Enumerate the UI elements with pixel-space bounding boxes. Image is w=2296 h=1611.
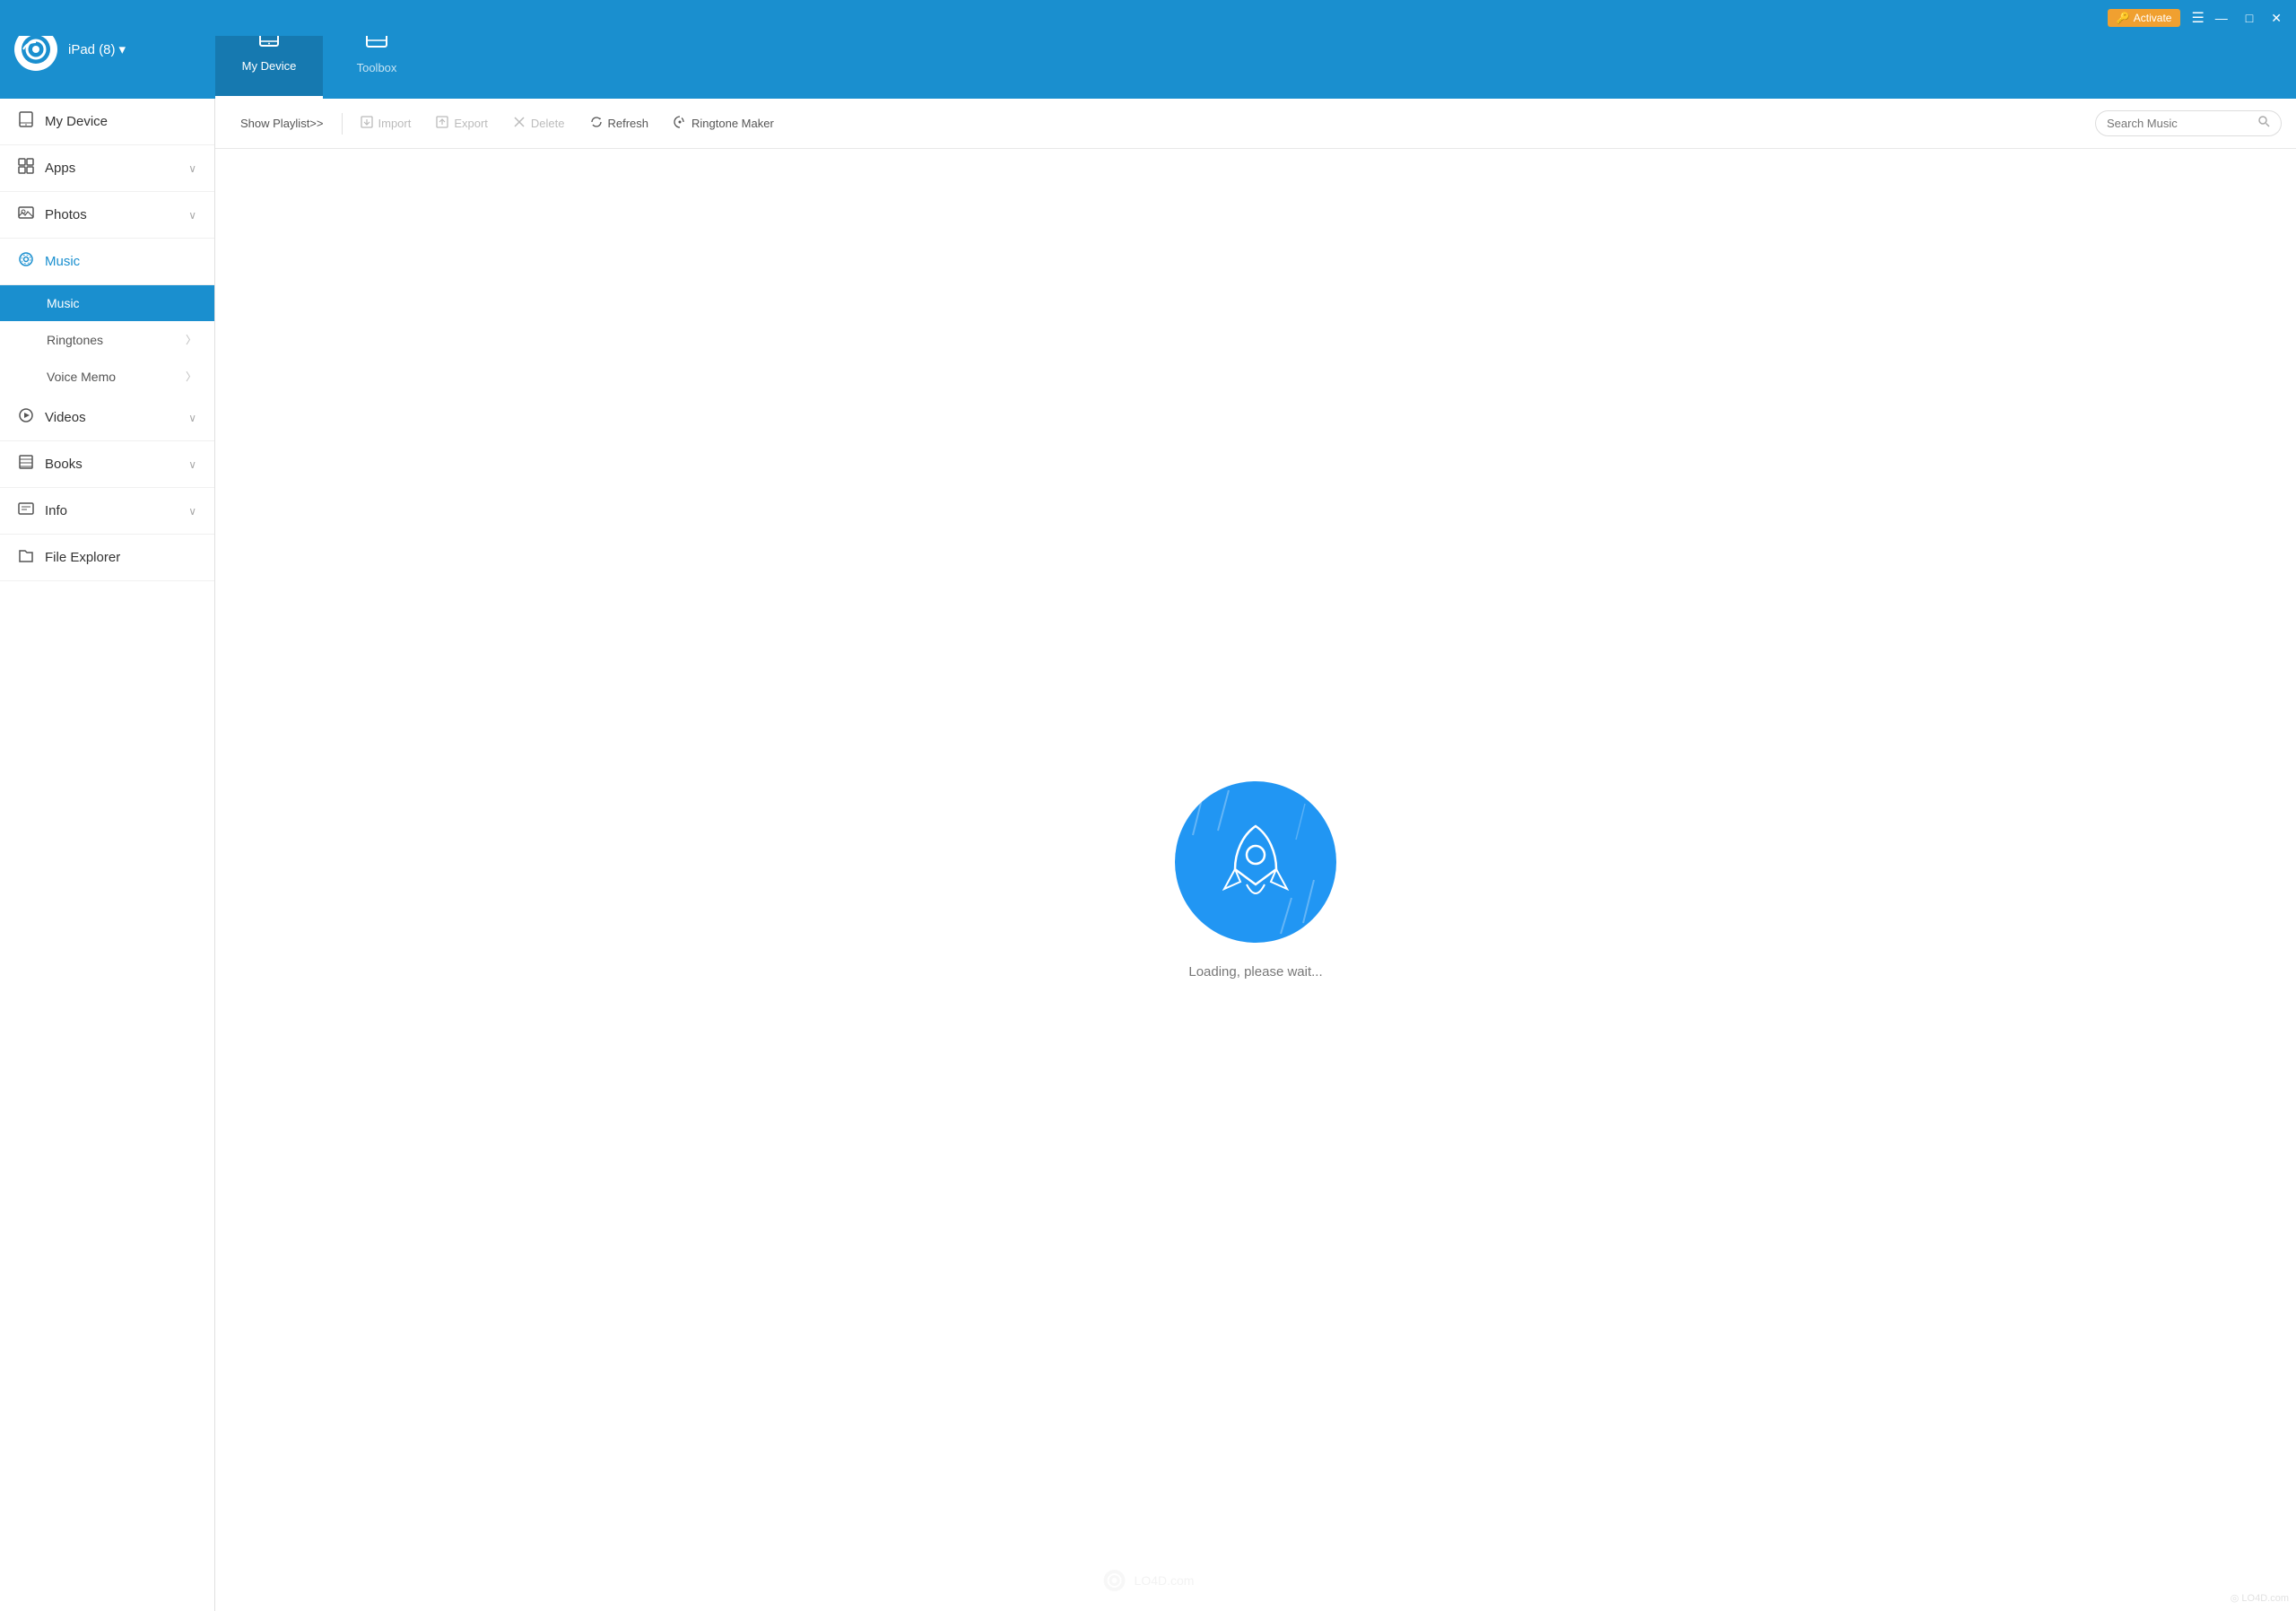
- minimize-button[interactable]: —: [2208, 7, 2235, 29]
- export-label: Export: [454, 117, 488, 130]
- books-chevron-icon: ∨: [188, 458, 196, 471]
- sidebar-item-apps[interactable]: Apps ∨: [0, 145, 214, 192]
- loading-text: Loading, please wait...: [1188, 964, 1322, 980]
- info-icon: [18, 501, 34, 521]
- sidebar-item-my-device[interactable]: My Device: [0, 99, 214, 145]
- delete-label: Delete: [531, 117, 565, 130]
- key-icon: 🔑: [2117, 12, 2130, 24]
- apps-chevron-icon: ∨: [188, 162, 196, 175]
- videos-chevron-icon: ∨: [188, 412, 196, 424]
- sidebar-item-videos-label: Videos: [45, 410, 86, 425]
- titlebar: 🔑 Activate ☰ — □ ✕: [0, 0, 2296, 36]
- sidebar-sub-item-voice-memo[interactable]: Voice Memo 〉: [0, 358, 214, 395]
- main-layout: My Device Apps ∨ Ph: [0, 99, 2296, 1611]
- apps-icon: [18, 158, 34, 179]
- info-chevron-icon: ∨: [188, 505, 196, 518]
- rocket-circle: [1175, 781, 1336, 943]
- device-name-text: iPad (8): [68, 42, 116, 57]
- ringtone-maker-label: Ringtone Maker: [691, 117, 774, 130]
- sidebar-sub-voice-memo-label: Voice Memo: [47, 370, 116, 384]
- sidebar-item-books-label: Books: [45, 457, 83, 472]
- photos-icon: [18, 205, 34, 225]
- sidebar-item-file-explorer-label: File Explorer: [45, 550, 120, 565]
- refresh-icon: [590, 116, 603, 131]
- refresh-label: Refresh: [608, 117, 649, 130]
- menu-icon[interactable]: ☰: [2191, 9, 2204, 27]
- tab-my-device-label: My Device: [242, 59, 297, 73]
- sidebar-sub-item-music[interactable]: Music: [0, 285, 214, 321]
- maximize-button[interactable]: □: [2239, 7, 2260, 29]
- search-input[interactable]: [2107, 117, 2250, 130]
- sidebar-item-music-label: Music: [45, 254, 80, 269]
- import-button[interactable]: Import: [350, 110, 422, 136]
- music-icon: [18, 251, 34, 272]
- sidebar-item-photos-label: Photos: [45, 207, 87, 222]
- sidebar-sub-ringtones-label: Ringtones: [47, 333, 103, 347]
- sidebar-item-books[interactable]: Books ∨: [0, 441, 214, 488]
- search-icon: [2257, 115, 2270, 132]
- sidebar-item-photos[interactable]: Photos ∨: [0, 192, 214, 239]
- search-box: [2095, 110, 2282, 136]
- sidebar-item-info-label: Info: [45, 503, 67, 518]
- ringtone-maker-button[interactable]: Ringtone Maker: [663, 110, 785, 136]
- toolbar: Show Playlist>> Import: [215, 99, 2296, 149]
- sidebar-item-apps-label: Apps: [45, 161, 75, 176]
- photos-chevron-icon: ∨: [188, 209, 196, 222]
- sidebar-sub-item-ringtones[interactable]: Ringtones 〉: [0, 321, 214, 358]
- ringtone-maker-icon: [674, 116, 686, 131]
- close-button[interactable]: ✕: [2264, 7, 2289, 30]
- show-playlist-label: Show Playlist>>: [240, 117, 324, 130]
- show-playlist-button[interactable]: Show Playlist>>: [230, 111, 335, 135]
- sidebar-item-file-explorer[interactable]: File Explorer: [0, 535, 214, 581]
- file-explorer-icon: [18, 547, 34, 568]
- activate-button[interactable]: 🔑 Activate: [2108, 9, 2181, 27]
- videos-icon: [18, 407, 34, 428]
- tab-toolbox-label: Toolbox: [357, 61, 397, 74]
- device-dropdown-icon[interactable]: ▾: [119, 41, 126, 57]
- delete-button[interactable]: Delete: [502, 110, 576, 136]
- device-name-area: iPad (8) ▾: [68, 41, 126, 57]
- sidebar-item-info[interactable]: Info ∨: [0, 488, 214, 535]
- books-icon: [18, 454, 34, 475]
- import-label: Import: [378, 117, 412, 130]
- separator-1: [342, 113, 343, 135]
- import-icon: [361, 116, 373, 131]
- sidebar: My Device Apps ∨ Ph: [0, 99, 215, 1611]
- export-button[interactable]: Export: [425, 110, 499, 136]
- refresh-button[interactable]: Refresh: [579, 110, 660, 136]
- titlebar-controls: 🔑 Activate ☰ — □ ✕: [2108, 7, 2289, 30]
- delete-icon: [513, 116, 526, 131]
- sidebar-item-videos[interactable]: Videos ∨: [0, 395, 214, 441]
- content-area: Show Playlist>> Import: [215, 99, 2296, 1611]
- voice-memo-chevron-icon: 〉: [186, 369, 196, 384]
- loading-area: Loading, please wait...: [215, 149, 2296, 1611]
- sidebar-item-my-device-label: My Device: [45, 114, 108, 129]
- my-device-icon: [18, 111, 34, 132]
- ringtones-chevron-icon: 〉: [186, 332, 196, 347]
- sidebar-sub-music-label: Music: [47, 296, 80, 310]
- sidebar-item-music[interactable]: Music: [0, 239, 214, 285]
- export-icon: [436, 116, 448, 131]
